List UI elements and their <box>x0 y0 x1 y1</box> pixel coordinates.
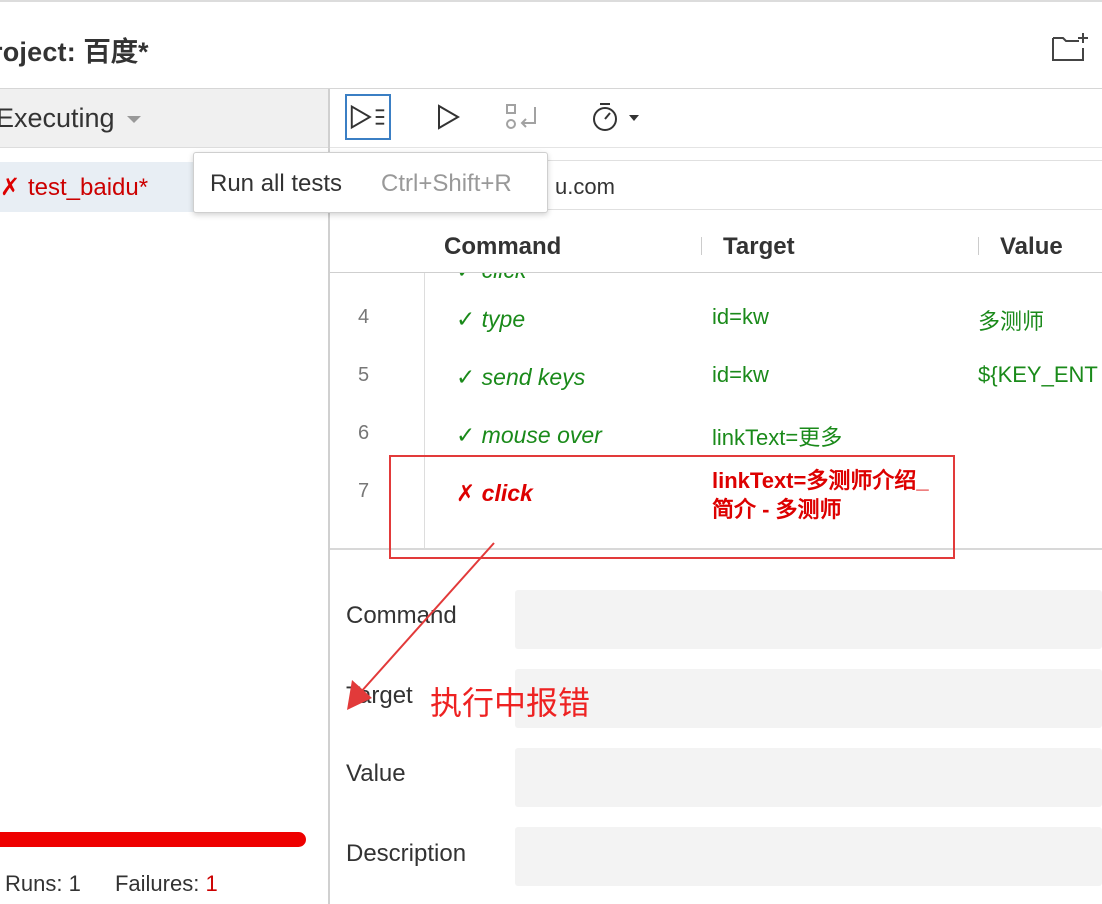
run-current-test-icon[interactable] <box>424 94 470 140</box>
table-row-partial[interactable]: ✓ click <box>456 273 526 284</box>
row-value: ${KEY_ENT <box>978 362 1098 387</box>
row-command: ✓ type <box>456 306 526 332</box>
row-target: linkText=更多 <box>712 425 843 450</box>
failures-value: 1 <box>205 871 218 896</box>
column-header-command[interactable]: Command <box>444 233 561 261</box>
failures-label: Failures: <box>114 871 200 896</box>
pass-icon: ✓ <box>456 422 476 448</box>
project-header: roject: 百度* <box>0 2 1102 89</box>
speed-timer-icon[interactable] <box>585 94 653 140</box>
record-icon[interactable] <box>500 94 546 140</box>
column-divider[interactable] <box>701 237 702 255</box>
column-header-value[interactable]: Value <box>1000 233 1063 261</box>
table-row[interactable]: 4 ✓ type id=kw 多测师 <box>330 294 1102 352</box>
row-number: 5 <box>358 364 370 386</box>
row-number: 6 <box>358 422 370 444</box>
description-input[interactable] <box>515 827 1102 886</box>
runs-value: 1 <box>68 871 81 896</box>
table-row[interactable]: 5 ✓ send keys id=kw ${KEY_ENT <box>330 352 1102 410</box>
row-target: id=kw <box>712 304 769 329</box>
tooltip-shortcut: Ctrl+Shift+R <box>381 170 512 197</box>
column-header-target[interactable]: Target <box>723 233 795 261</box>
target-input[interactable] <box>515 669 1102 728</box>
error-annotation-text: 执行中报错 <box>430 685 591 721</box>
column-divider[interactable] <box>978 237 979 255</box>
base-url-text: u.com <box>555 174 615 199</box>
executing-dropdown[interactable]: Executing <box>0 89 328 148</box>
run-summary: Runs: 1 Failures: 1 <box>5 871 218 897</box>
row-value: 多测师 <box>978 309 1045 334</box>
run-all-tests-icon[interactable] <box>345 94 391 140</box>
row-command: ✓ mouse over <box>456 422 602 448</box>
project-title: roject: 百度* <box>0 37 149 67</box>
executing-label: Executing <box>0 103 115 133</box>
command-input[interactable] <box>515 590 1102 649</box>
row-number: 7 <box>358 480 370 502</box>
row-number: 4 <box>358 306 370 328</box>
description-field-label: Description <box>346 840 467 867</box>
value-input[interactable] <box>515 748 1102 807</box>
row-target: id=kw <box>712 362 769 387</box>
pass-icon: ✓ <box>456 364 476 390</box>
error-highlight-box <box>389 455 955 559</box>
folder-plus-icon[interactable] <box>1050 30 1090 64</box>
command-table-header: Command Target Value <box>330 221 1102 273</box>
tooltip-label: Run all tests <box>210 170 343 197</box>
runs-label: Runs: <box>5 871 63 896</box>
playback-toolbar <box>330 89 1102 148</box>
row-command: ✓ send keys <box>456 364 586 390</box>
test-name: test_baidu* <box>28 174 149 201</box>
run-progress-bar <box>0 832 306 847</box>
run-all-tooltip: Run all tests Ctrl+Shift+R <box>193 152 548 213</box>
pass-icon: ✓ <box>456 306 476 332</box>
command-field-label: Command <box>346 602 457 629</box>
chevron-down-icon <box>127 116 141 123</box>
value-field-label: Value <box>346 760 406 787</box>
target-field-label: Target <box>346 682 413 709</box>
fail-icon: ✗ <box>0 174 21 201</box>
